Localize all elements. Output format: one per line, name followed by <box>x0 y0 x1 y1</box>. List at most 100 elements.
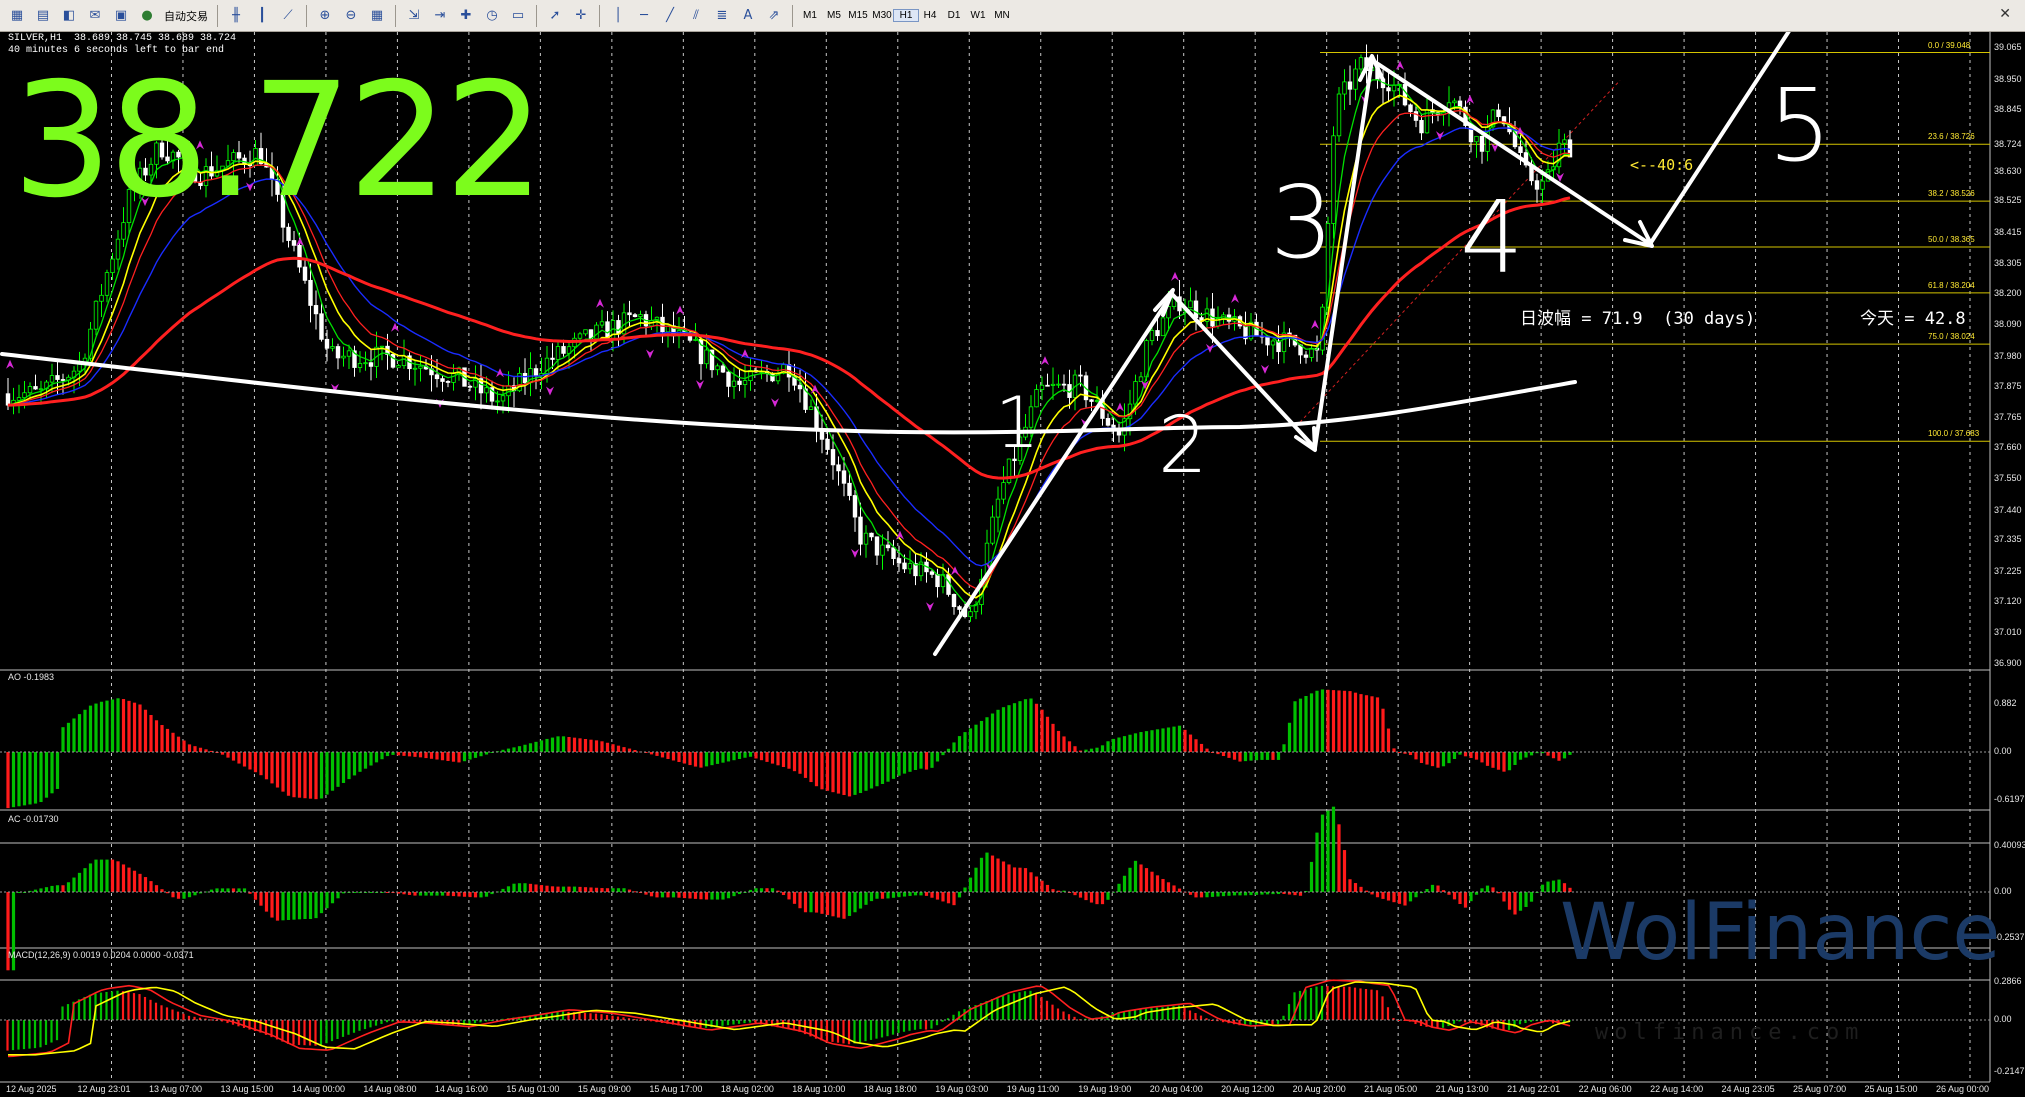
close-icon[interactable]: ✕ <box>1999 6 2011 22</box>
ao-scale-label: 0.882 <box>1994 698 2017 708</box>
candle-body <box>467 385 473 388</box>
ac-bar <box>1529 892 1534 902</box>
candle-body <box>1155 330 1160 337</box>
tile-windows-icon[interactable]: ▦ <box>366 5 388 27</box>
fractal-marker <box>646 349 654 359</box>
time-tick: 12 Aug 23:01 <box>77 1084 131 1094</box>
timeframe-m5[interactable]: M5 <box>822 10 846 21</box>
candle-body <box>720 365 726 373</box>
ac-bar <box>814 892 819 913</box>
ao-bar <box>743 752 747 758</box>
macd-bar <box>1045 1000 1049 1020</box>
candle-body <box>1391 84 1397 92</box>
ac-bar <box>979 857 984 892</box>
macd-bar <box>110 991 114 1020</box>
horizontal-line-icon[interactable]: ─ <box>633 5 655 27</box>
macd-bar <box>1359 988 1362 1020</box>
text-tool-icon[interactable]: A <box>737 5 759 27</box>
navigator-icon[interactable]: ✉ <box>84 5 106 27</box>
timeframe-m30[interactable]: M30 <box>870 10 894 21</box>
timeframe-mn[interactable]: MN <box>990 10 1014 21</box>
fib-level-label: 100.0 / 37.683 <box>1928 429 1980 439</box>
timeframe-m1[interactable]: M1 <box>798 10 822 21</box>
ao-bar <box>517 746 522 752</box>
macd-bar <box>897 1020 900 1033</box>
channel-icon[interactable]: ⫽ <box>685 5 707 27</box>
ac-bar <box>1392 892 1396 903</box>
ao-bar <box>66 722 71 752</box>
ac-bar <box>1381 892 1385 899</box>
macd-scale-label: 0.00 <box>1994 1014 2012 1024</box>
ao-bar <box>1249 752 1253 761</box>
candle-body <box>561 346 566 354</box>
ao-bar <box>402 752 406 756</box>
ao-bar <box>187 744 192 752</box>
ac-bar <box>1122 875 1127 892</box>
macd-bar <box>363 1020 367 1030</box>
ac-bar <box>880 892 885 899</box>
ao-bar <box>352 752 357 776</box>
ac-bar <box>1507 892 1512 910</box>
new-chart-icon[interactable]: ▦ <box>6 5 28 27</box>
candle-body <box>396 365 401 368</box>
vertical-line-icon[interactable]: │ <box>607 5 629 27</box>
zoom-out-icon[interactable]: ⊖ <box>340 5 362 27</box>
auto-trading-icon[interactable]: ● <box>136 5 158 27</box>
chart-shift-icon[interactable]: ⇥ <box>429 5 451 27</box>
crosshair-icon[interactable]: ✛ <box>570 5 592 27</box>
timeframe-d1[interactable]: D1 <box>942 10 966 21</box>
timeframe-w1[interactable]: W1 <box>966 10 990 21</box>
daily-range-stat: 日波幅 = 71.9 (30 days) <box>1520 309 1756 329</box>
macd-bar <box>1056 1008 1060 1020</box>
autoscroll-icon[interactable]: ⇲ <box>403 5 425 27</box>
fractal-marker <box>1171 271 1179 281</box>
profiles-icon[interactable]: ▤ <box>32 5 54 27</box>
candlestick-icon[interactable]: ┃ <box>251 5 273 27</box>
ao-bar <box>319 752 324 799</box>
ac-bar <box>935 892 940 900</box>
trendline-icon[interactable]: ╱ <box>659 5 681 27</box>
ma-red-slow-line <box>7 196 1571 480</box>
ao-bar <box>1166 727 1171 752</box>
macd-bar <box>105 991 108 1020</box>
line-chart-icon[interactable]: ⟋ <box>277 5 299 27</box>
candle-body <box>401 355 407 367</box>
candle-body <box>1496 109 1501 118</box>
ac-bar <box>1221 892 1226 897</box>
timeframe-m15[interactable]: M15 <box>846 10 870 21</box>
fibonacci-icon[interactable]: ≣ <box>711 5 733 27</box>
candle-body <box>1144 340 1149 378</box>
candle-body <box>847 482 852 496</box>
market-watch-icon[interactable]: ◧ <box>58 5 80 27</box>
timeframe-bar: M1 M5 M15 M30 H1 H4 D1 W1 MN <box>798 9 1014 22</box>
cursor-icon[interactable]: ➚ <box>544 5 566 27</box>
ao-bar <box>160 725 164 752</box>
macd-bar <box>297 1020 301 1045</box>
macd-bar <box>1342 986 1346 1020</box>
ao-bar <box>435 752 439 760</box>
time-tick: 15 Aug 01:00 <box>506 1084 560 1094</box>
ao-bar <box>781 752 786 768</box>
ac-bar <box>435 892 439 896</box>
ac-bar <box>281 892 285 921</box>
ao-bar <box>1271 752 1275 760</box>
templates-icon[interactable]: ▭ <box>507 5 529 27</box>
timeframe-h1[interactable]: H1 <box>893 9 919 22</box>
ac-bar <box>715 892 720 900</box>
indicators-icon[interactable]: ✚ <box>455 5 477 27</box>
terminal-icon[interactable]: ▣ <box>110 5 132 27</box>
zoom-in-icon[interactable]: ⊕ <box>314 5 336 27</box>
timeframe-h4[interactable]: H4 <box>918 10 942 21</box>
candle-body <box>1133 381 1138 405</box>
periods-icon[interactable]: ◷ <box>481 5 503 27</box>
ac-bar <box>825 892 830 916</box>
arrows-icon[interactable]: ⇗ <box>763 5 785 27</box>
macd-bar <box>1023 991 1027 1020</box>
time-tick: 20 Aug 20:00 <box>1292 1084 1346 1094</box>
candle-body <box>1413 111 1419 121</box>
macd-bar <box>600 1014 603 1020</box>
auto-trading-button[interactable]: 自动交易 <box>160 8 212 24</box>
bar-chart-icon[interactable]: ╫ <box>225 5 247 27</box>
ao-bar <box>935 752 940 762</box>
ac-bar <box>732 892 736 897</box>
